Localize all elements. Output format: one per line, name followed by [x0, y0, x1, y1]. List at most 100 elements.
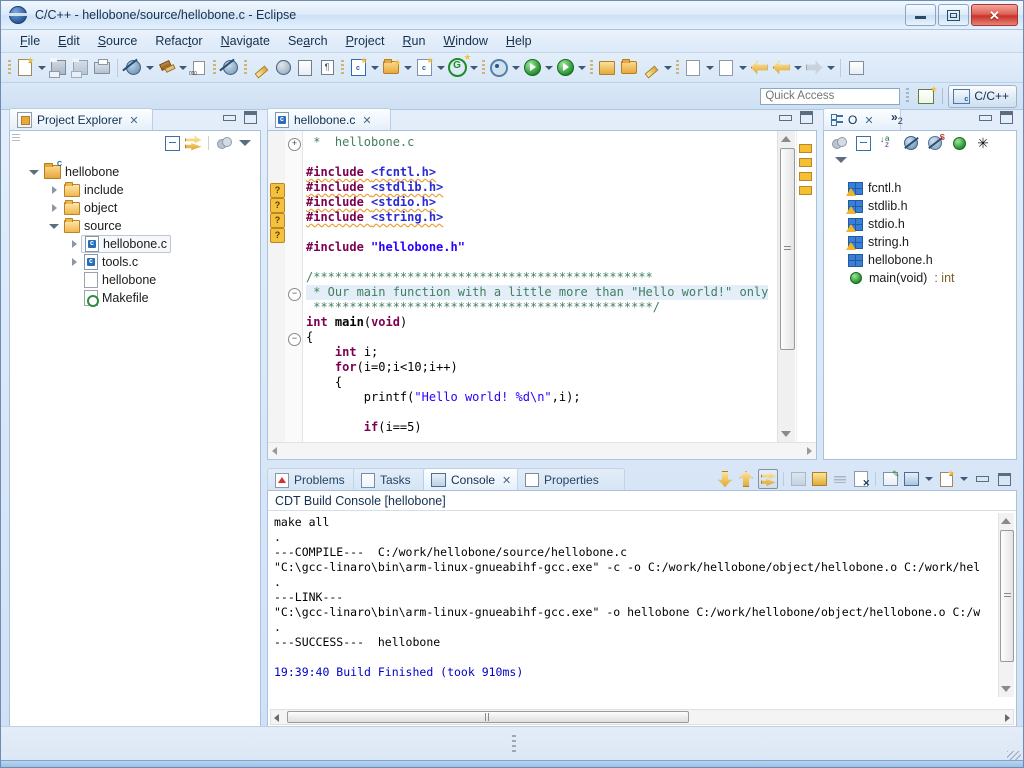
menu-window[interactable]: Window: [434, 32, 496, 50]
fold-collapse-icon[interactable]: −: [288, 288, 301, 301]
maximize-icon[interactable]: [800, 111, 813, 124]
overview-warning-marker[interactable]: [799, 186, 812, 195]
run-icon[interactable]: [521, 57, 543, 79]
perspective-cpp-button[interactable]: c C/C++: [948, 84, 1017, 108]
console-output[interactable]: make all . ---COMPILE--- C:/work/hellobo…: [274, 515, 996, 697]
folder-icon[interactable]: [618, 57, 640, 79]
warning-marker[interactable]: ?: [270, 198, 285, 213]
arrow-up-icon[interactable]: [737, 470, 755, 488]
scroll-right-arrow-icon[interactable]: [1005, 714, 1010, 722]
quick-access-handle[interactable]: [906, 88, 910, 104]
warning-marker[interactable]: ?: [270, 183, 285, 198]
menu-project[interactable]: Project: [337, 32, 394, 50]
menu-run[interactable]: Run: [393, 32, 434, 50]
chevron-down-icon[interactable]: [236, 134, 254, 152]
new-file-icon[interactable]: [14, 57, 36, 79]
new-file-dropdown-icon[interactable]: [36, 57, 47, 79]
twisty-icon[interactable]: [48, 184, 60, 196]
run-external-dropdown-icon[interactable]: [576, 57, 587, 79]
build-all-dropdown-icon[interactable]: [144, 57, 155, 79]
editor-vertical-scrollbar[interactable]: [777, 131, 795, 442]
tab-hellobone-c[interactable]: hellobone.c ✕: [267, 108, 391, 131]
editor-gutter[interactable]: ? ? ? ?: [268, 131, 286, 459]
scroll-left-arrow-icon[interactable]: [272, 447, 277, 455]
filters-icon[interactable]: [215, 134, 233, 152]
close-tab-icon[interactable]: ✕: [864, 114, 873, 127]
build-all-icon[interactable]: [122, 57, 144, 79]
chevron-down-icon[interactable]: [832, 151, 850, 169]
hammer-dropdown-icon[interactable]: [177, 57, 188, 79]
collapse-all-icon[interactable]: [163, 134, 181, 152]
fold-expand-icon[interactable]: +: [288, 138, 301, 151]
forward-dropdown-icon[interactable]: [825, 57, 836, 79]
open-console-dropdown-icon[interactable]: [958, 468, 969, 490]
pin-editor-icon[interactable]: [845, 57, 867, 79]
outline-item-stdio[interactable]: stdio.h: [824, 215, 1016, 233]
minimize-icon[interactable]: [779, 114, 792, 121]
new-perspective-icon[interactable]: [915, 85, 938, 106]
tab-console[interactable]: Console ✕: [423, 468, 531, 491]
close-button[interactable]: ✕: [971, 4, 1018, 26]
sort-az-icon[interactable]: ↓ a z: [878, 134, 896, 152]
menu-search[interactable]: Search: [279, 32, 337, 50]
twisty-icon[interactable]: [68, 238, 80, 250]
open-console-icon[interactable]: [937, 469, 955, 488]
minimize-icon[interactable]: [223, 114, 236, 121]
binary-icon[interactable]: [188, 57, 210, 79]
debug-dropdown-icon[interactable]: [510, 57, 521, 79]
tree-item-makefile[interactable]: Makefile: [10, 289, 260, 307]
tab-outline[interactable]: O ✕: [823, 108, 901, 131]
tab-problems[interactable]: Problems: [267, 468, 367, 491]
tree-item-tools-c[interactable]: tools.c: [10, 253, 260, 271]
open-folder-icon[interactable]: [596, 57, 618, 79]
menu-navigate[interactable]: Navigate: [212, 32, 279, 50]
twisty-icon[interactable]: [48, 202, 60, 214]
save-console-icon[interactable]: [789, 470, 807, 488]
next-annotation-icon[interactable]: [682, 57, 704, 79]
tab-overflow-indicator[interactable]: »2: [891, 110, 903, 126]
c-header-icon[interactable]: c: [413, 57, 435, 79]
scroll-up-arrow-icon[interactable]: [781, 136, 791, 142]
overview-warning-marker[interactable]: [799, 158, 812, 167]
console-hscroll-thumb[interactable]: [287, 711, 689, 723]
panel-resize-grip[interactable]: [512, 735, 516, 753]
toolbar-handle-5[interactable]: [482, 59, 485, 76]
twisty-icon[interactable]: [48, 220, 60, 232]
editor-scroll-thumb[interactable]: [780, 148, 795, 350]
previous-annotation-dropdown-icon[interactable]: [737, 57, 748, 79]
remove-console-icon[interactable]: ✕: [852, 470, 870, 488]
debug-icon[interactable]: [488, 57, 510, 79]
hide-fields-icon[interactable]: [902, 134, 920, 152]
outline-item-main[interactable]: main(void) : int: [824, 269, 1016, 287]
save-icon[interactable]: [47, 57, 69, 79]
editor-folding-ruler[interactable]: + − −: [285, 131, 303, 459]
hammer-icon[interactable]: [155, 57, 177, 79]
save-all-icon[interactable]: [69, 57, 91, 79]
close-tab-icon[interactable]: ✕: [502, 474, 511, 487]
run-dropdown-icon[interactable]: [543, 57, 554, 79]
marker-pen-dropdown-icon[interactable]: [662, 57, 673, 79]
tree-item-object[interactable]: object: [10, 199, 260, 217]
scroll-left-arrow-icon[interactable]: [274, 714, 279, 722]
close-tab-icon[interactable]: ✕: [362, 114, 371, 127]
c-header-dropdown-icon[interactable]: [435, 57, 446, 79]
c-class-dropdown-icon[interactable]: [369, 57, 380, 79]
hide-static-icon[interactable]: S: [926, 133, 945, 152]
c-source-icon[interactable]: [380, 57, 402, 79]
scroll-up-arrow-icon[interactable]: [1001, 518, 1011, 524]
editor-horizontal-scrollbar[interactable]: [268, 442, 816, 459]
scroll-right-arrow-icon[interactable]: [807, 447, 812, 455]
menu-file[interactable]: File: [11, 32, 49, 50]
console-vertical-scrollbar[interactable]: [998, 513, 1014, 697]
outline-item-hellobone-h[interactable]: hellobone.h: [824, 251, 1016, 269]
console-horizontal-scrollbar[interactable]: [270, 709, 1014, 725]
display-console-icon[interactable]: [902, 470, 920, 488]
run-external-icon[interactable]: [554, 57, 576, 79]
scroll-down-arrow-icon[interactable]: [781, 431, 791, 437]
previous-annotation-icon[interactable]: [715, 57, 737, 79]
tab-project-explorer[interactable]: Project Explorer ✕: [9, 108, 153, 131]
hide-macros-icon[interactable]: ✳: [974, 134, 992, 152]
hide-nonpublic-icon[interactable]: [950, 134, 968, 152]
g-new-dropdown-icon[interactable]: [468, 57, 479, 79]
overview-warning-marker[interactable]: [799, 172, 812, 181]
